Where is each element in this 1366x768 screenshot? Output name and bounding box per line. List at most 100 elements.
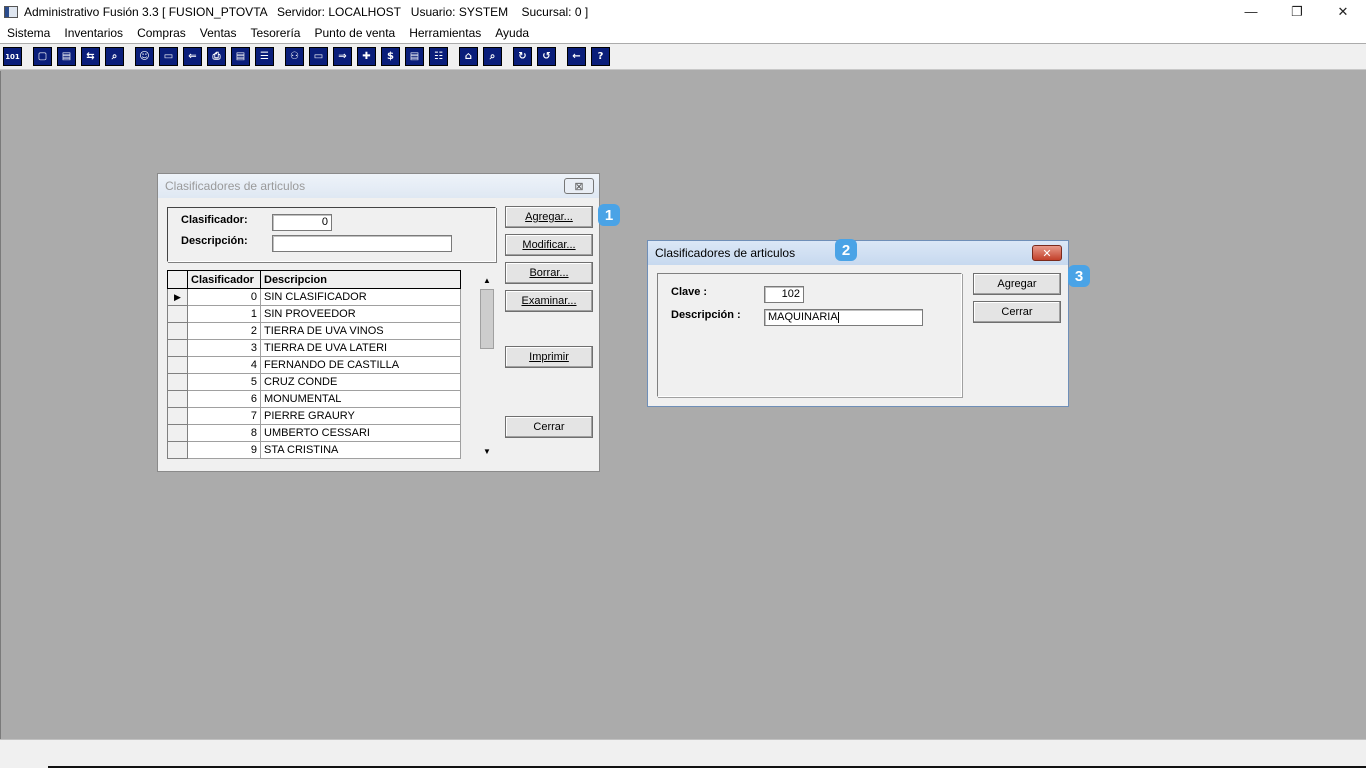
- modificar-button-label: Modificar...: [522, 239, 576, 251]
- home-icon[interactable]: ⌂: [459, 47, 478, 66]
- menu-herramientas[interactable]: Herramientas: [402, 26, 488, 40]
- cerrar-list-button[interactable]: Cerrar: [505, 416, 593, 438]
- table-row[interactable]: 7 PIERRE GRAURY: [167, 407, 461, 425]
- agregar-button[interactable]: Agregar...: [505, 206, 593, 228]
- dollar-icon[interactable]: $: [381, 47, 400, 66]
- row-clasificador: 4: [187, 356, 261, 374]
- clipboard-icon[interactable]: ▤: [57, 47, 76, 66]
- row-selector[interactable]: [167, 339, 188, 357]
- add-dialog-caption: Clasificadores de articulos: [648, 241, 1068, 265]
- search-icon[interactable]: ⌕: [105, 47, 124, 66]
- annotation-badge-2: 2: [835, 239, 857, 261]
- table-row[interactable]: 5 CRUZ CONDE: [167, 373, 461, 391]
- add-cerrar-button[interactable]: Cerrar: [973, 301, 1061, 323]
- table-row[interactable]: 8 UMBERTO CESSARI: [167, 424, 461, 442]
- menu-ventas[interactable]: Ventas: [193, 26, 244, 40]
- table-row[interactable]: 4 FERNANDO DE CASTILLA: [167, 356, 461, 374]
- row-selector[interactable]: ▶: [167, 288, 188, 306]
- calculator-icon[interactable]: 101: [3, 47, 22, 66]
- row-selector[interactable]: [167, 322, 188, 340]
- row-selector[interactable]: [167, 441, 188, 459]
- card-icon[interactable]: ▭: [159, 47, 178, 66]
- move-icon[interactable]: ⇒: [333, 47, 352, 66]
- table-icon[interactable]: ☷: [429, 47, 448, 66]
- descripcion-input[interactable]: [272, 235, 452, 252]
- list-icon[interactable]: ☰: [255, 47, 274, 66]
- binoculars-icon[interactable]: ⚇: [285, 47, 304, 66]
- row-selector[interactable]: [167, 305, 188, 323]
- menu-compras[interactable]: Compras: [130, 26, 193, 40]
- menu-ayuda[interactable]: Ayuda: [488, 26, 536, 40]
- transfer-icon[interactable]: ⇆: [81, 47, 100, 66]
- row-selector[interactable]: [167, 373, 188, 391]
- row-clasificador: 1: [187, 305, 261, 323]
- document-icon[interactable]: ▤: [231, 47, 250, 66]
- scroll-down-icon[interactable]: ▼: [479, 443, 495, 460]
- add-cerrar-button-label: Cerrar: [1001, 306, 1033, 318]
- zoom-icon[interactable]: ⌕: [483, 47, 502, 66]
- box-icon[interactable]: ▭: [309, 47, 328, 66]
- copy-icon[interactable]: ▢: [33, 47, 52, 66]
- close-app-button[interactable]: ✕: [1320, 0, 1366, 23]
- back-icon[interactable]: ←: [567, 47, 586, 66]
- print-icon[interactable]: ⎙: [207, 47, 226, 66]
- row-selector[interactable]: [167, 424, 188, 442]
- toolbar: 101 ▢ ▤ ⇆ ⌕ ☺ ▭ ⇐ ⎙ ▤ ☰ ⚇ ▭ ⇒ ✚ $ ▤ ☷ ⌂ …: [0, 44, 1366, 70]
- row-selector[interactable]: [167, 356, 188, 374]
- restore-button[interactable]: ❐: [1274, 0, 1320, 23]
- add-dialog-close-button[interactable]: ✕: [1032, 245, 1062, 261]
- table-row[interactable]: 1 SIN PROVEEDOR: [167, 305, 461, 323]
- refresh-icon[interactable]: ↻: [513, 47, 532, 66]
- table-row[interactable]: ▶ 0 SIN CLASIFICADOR: [167, 288, 461, 306]
- menu-sistema[interactable]: Sistema: [0, 26, 57, 40]
- header-clasificador[interactable]: Clasificador: [187, 270, 261, 289]
- examinar-button-label: Examinar...: [521, 295, 577, 307]
- row-clasificador: 3: [187, 339, 261, 357]
- modificar-button[interactable]: Modificar...: [505, 234, 593, 256]
- minimize-button[interactable]: —: [1228, 0, 1274, 23]
- clave-input[interactable]: 102: [764, 286, 804, 303]
- add-descripcion-label: Descripción :: [671, 309, 741, 321]
- row-clasificador: 2: [187, 322, 261, 340]
- export-icon[interactable]: ⇐: [183, 47, 202, 66]
- add-descripcion-input[interactable]: MAQUINARIA: [764, 309, 923, 326]
- header-indicator: [167, 270, 188, 289]
- borrar-button-label: Borrar...: [529, 267, 569, 279]
- window-controls: — ❐ ✕: [1228, 0, 1366, 23]
- table-row[interactable]: 2 TIERRA DE UVA VINOS: [167, 322, 461, 340]
- menu-tesoreria[interactable]: Tesorería: [243, 26, 307, 40]
- table-row[interactable]: 9 STA CRISTINA: [167, 441, 461, 459]
- row-selector[interactable]: [167, 407, 188, 425]
- list-window-close-button[interactable]: ⊠: [564, 178, 594, 194]
- app-title-bar: Administrativo Fusión 3.3 [ FUSION_PTOVT…: [0, 0, 1366, 23]
- menu-bar: Sistema Inventarios Compras Ventas Tesor…: [0, 23, 1366, 43]
- add-descripcion-value: MAQUINARIA: [768, 311, 838, 323]
- menu-punto-de-venta[interactable]: Punto de venta: [307, 26, 402, 40]
- status-bar: [0, 739, 1366, 768]
- row-clasificador: 8: [187, 424, 261, 442]
- descripcion-label: Descripción:: [181, 235, 248, 247]
- menu-inventarios[interactable]: Inventarios: [57, 26, 130, 40]
- add-agregar-button[interactable]: Agregar: [973, 273, 1061, 295]
- row-descripcion: TIERRA DE UVA VINOS: [260, 322, 461, 340]
- table-row[interactable]: 3 TIERRA DE UVA LATERI: [167, 339, 461, 357]
- row-selector[interactable]: [167, 390, 188, 408]
- imprimir-button[interactable]: Imprimir: [505, 346, 593, 368]
- app-title: Administrativo Fusión 3.3 [ FUSION_PTOVT…: [24, 4, 589, 19]
- row-clasificador: 7: [187, 407, 261, 425]
- table-row[interactable]: 6 MONUMENTAL: [167, 390, 461, 408]
- clasificador-input[interactable]: 0: [272, 214, 332, 231]
- borrar-button[interactable]: Borrar...: [505, 262, 593, 284]
- examinar-button[interactable]: Examinar...: [505, 290, 593, 312]
- list-window-title: Clasificadores de articulos: [165, 179, 306, 193]
- scroll-up-icon[interactable]: ▲: [479, 272, 495, 289]
- help-icon[interactable]: ?: [591, 47, 610, 66]
- add-icon[interactable]: ✚: [357, 47, 376, 66]
- user-icon[interactable]: ☺: [135, 47, 154, 66]
- header-descripcion[interactable]: Descripcion: [260, 270, 461, 289]
- table-scrollbar[interactable]: ▲ ▼: [479, 272, 495, 460]
- scroll-thumb[interactable]: [480, 289, 494, 349]
- undo-icon[interactable]: ↺: [537, 47, 556, 66]
- clave-label: Clave :: [671, 286, 708, 298]
- report-icon[interactable]: ▤: [405, 47, 424, 66]
